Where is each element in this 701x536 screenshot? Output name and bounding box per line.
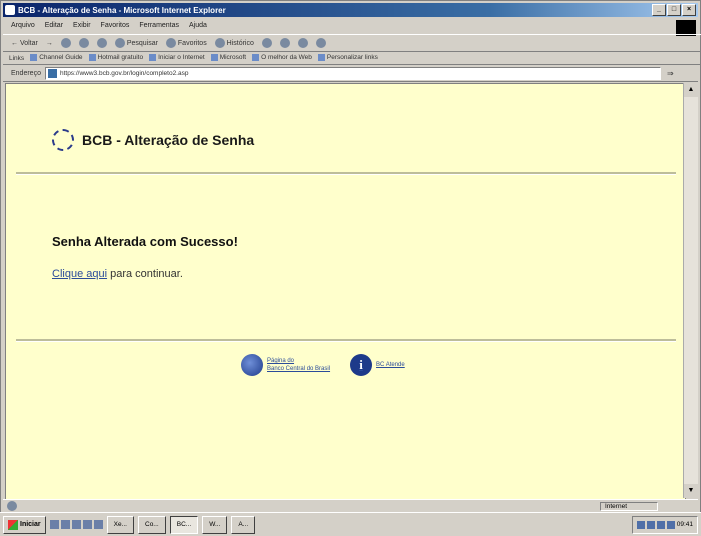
- menu-bar: Arquivo Editar Exibir Favoritos Ferramen…: [3, 19, 701, 31]
- globe-icon: [241, 354, 263, 376]
- search-icon: [114, 38, 125, 48]
- bcb-home-link[interactable]: Página do Banco Central do Brasil: [241, 354, 330, 376]
- tray-network-icon[interactable]: [636, 520, 645, 529]
- bc-atende-link[interactable]: i BC Atende: [350, 354, 405, 376]
- favorites-label: Favoritos: [177, 39, 207, 47]
- quick-launch-desktop-icon[interactable]: [71, 520, 81, 529]
- go-icon[interactable]: ⇒: [667, 69, 674, 78]
- ie-page-icon: [7, 501, 17, 511]
- success-message: Senha Alterada com Sucesso!: [52, 234, 238, 249]
- print-icon[interactable]: [279, 38, 290, 48]
- footer-links: Página do Banco Central do Brasil i BC At…: [241, 354, 405, 376]
- menu-ferramentas[interactable]: Ferramentas: [139, 22, 179, 29]
- task-button-4[interactable]: W...: [202, 515, 228, 534]
- vertical-scrollbar[interactable]: ▲ ▼: [683, 83, 698, 498]
- home-icon[interactable]: [96, 38, 107, 48]
- bcb-logo-icon: [52, 129, 74, 151]
- status-bar: Internet: [3, 499, 698, 512]
- quick-launch-outlook-icon[interactable]: [60, 520, 70, 529]
- window-controls: _ □ ×: [652, 4, 696, 16]
- task-button-2[interactable]: Co...: [138, 515, 166, 534]
- menu-arquivo[interactable]: Arquivo: [11, 22, 35, 29]
- tray-volume-icon[interactable]: [646, 520, 655, 529]
- history-label: Histórico: [226, 39, 254, 47]
- info-icon: i: [350, 354, 373, 376]
- continue-link[interactable]: Clique aqui: [52, 268, 107, 280]
- history-icon: [214, 38, 225, 48]
- quick-launch-word-icon[interactable]: [82, 520, 92, 529]
- forward-button[interactable]: →: [46, 40, 53, 47]
- browser-window: BCB - Alteração de Senha - Microsoft Int…: [0, 0, 701, 535]
- link-channel-guide[interactable]: Channel Guide: [30, 54, 82, 62]
- favorites-button[interactable]: Favoritos: [165, 38, 207, 48]
- internet-zone: Internet: [599, 501, 658, 511]
- ie-icon: [5, 5, 15, 15]
- bcb-home-line1: Página do: [267, 358, 295, 364]
- refresh-icon[interactable]: [78, 38, 89, 48]
- divider-bottom: [16, 339, 676, 342]
- address-label: Endereço: [11, 69, 41, 77]
- tray-messenger-icon[interactable]: [666, 520, 675, 529]
- mail-icon[interactable]: [261, 38, 272, 48]
- standard-toolbar: ← Voltar → Pesquisar Favoritos Histórico: [3, 34, 701, 52]
- quick-launch-excel-icon[interactable]: [93, 520, 103, 529]
- back-label: Voltar: [19, 39, 38, 47]
- system-tray: 09:41: [631, 515, 698, 534]
- menu-ajuda[interactable]: Ajuda: [189, 22, 207, 29]
- favorites-icon: [165, 38, 176, 48]
- link-iniciar-internet[interactable]: Iniciar o Internet: [149, 54, 205, 62]
- address-input[interactable]: https://www3.bcb.gov.br/login/completo2.…: [44, 66, 661, 80]
- stop-icon[interactable]: [60, 38, 71, 48]
- divider-top: [16, 172, 676, 175]
- title-bar[interactable]: BCB - Alteração de Senha - Microsoft Int…: [3, 3, 698, 17]
- link-hotmail[interactable]: Hotmail gratuito: [89, 54, 144, 62]
- links-bar: Links Channel Guide Hotmail gratuito Ini…: [3, 52, 701, 65]
- page-title: BCB - Alteração de Senha: [82, 132, 255, 148]
- search-button[interactable]: Pesquisar: [114, 38, 158, 48]
- task-button-1[interactable]: Xe...: [106, 515, 134, 534]
- link-melhor-da-web[interactable]: O melhor da Web: [252, 54, 312, 62]
- link-personalizar[interactable]: Personalizar links: [318, 54, 378, 62]
- quick-launch-ie-icon[interactable]: [49, 520, 59, 529]
- links-label: Links: [9, 54, 25, 62]
- history-button[interactable]: Histórico: [214, 38, 254, 48]
- start-button[interactable]: Iniciar: [3, 515, 46, 534]
- page-content: BCB - Alteração de Senha Senha Alterada …: [5, 83, 686, 500]
- taskbar: Iniciar Xe... Co... BC... W... A... 09:4…: [0, 512, 701, 536]
- link-microsoft[interactable]: Microsoft: [211, 54, 246, 62]
- task-button-5[interactable]: A...: [231, 515, 256, 534]
- scroll-up-icon[interactable]: ▲: [684, 83, 698, 97]
- menu-exibir[interactable]: Exibir: [73, 22, 91, 29]
- menu-favoritos[interactable]: Favoritos: [101, 22, 130, 29]
- quick-launch: [49, 520, 103, 529]
- address-bar: Endereço https://www3.bcb.gov.br/login/c…: [3, 65, 698, 82]
- page-header: BCB - Alteração de Senha: [52, 129, 254, 151]
- window-title: BCB - Alteração de Senha - Microsoft Int…: [18, 5, 226, 15]
- edit-icon[interactable]: [297, 38, 308, 48]
- bcb-home-line2: Banco Central do Brasil: [267, 366, 331, 372]
- close-button[interactable]: ×: [682, 4, 696, 16]
- minimize-button[interactable]: _: [652, 4, 666, 16]
- back-button[interactable]: ← Voltar: [11, 40, 38, 47]
- continue-line: Clique aqui para continuar.: [52, 268, 183, 280]
- tray-antivirus-icon[interactable]: [656, 520, 665, 529]
- scroll-down-icon[interactable]: ▼: [684, 484, 698, 498]
- tray-clock[interactable]: 09:41: [677, 521, 693, 528]
- continue-text: para continuar.: [107, 268, 183, 280]
- bc-atende-label: BC Atende: [376, 362, 405, 368]
- search-label: Pesquisar: [126, 39, 158, 47]
- menu-editar[interactable]: Editar: [45, 22, 63, 29]
- task-button-3[interactable]: BC...: [169, 515, 199, 534]
- discuss-icon[interactable]: [315, 38, 326, 48]
- bcb-home-label: Página do Banco Central do Brasil: [267, 357, 330, 373]
- maximize-button[interactable]: □: [667, 4, 681, 16]
- start-label: Iniciar: [20, 521, 41, 528]
